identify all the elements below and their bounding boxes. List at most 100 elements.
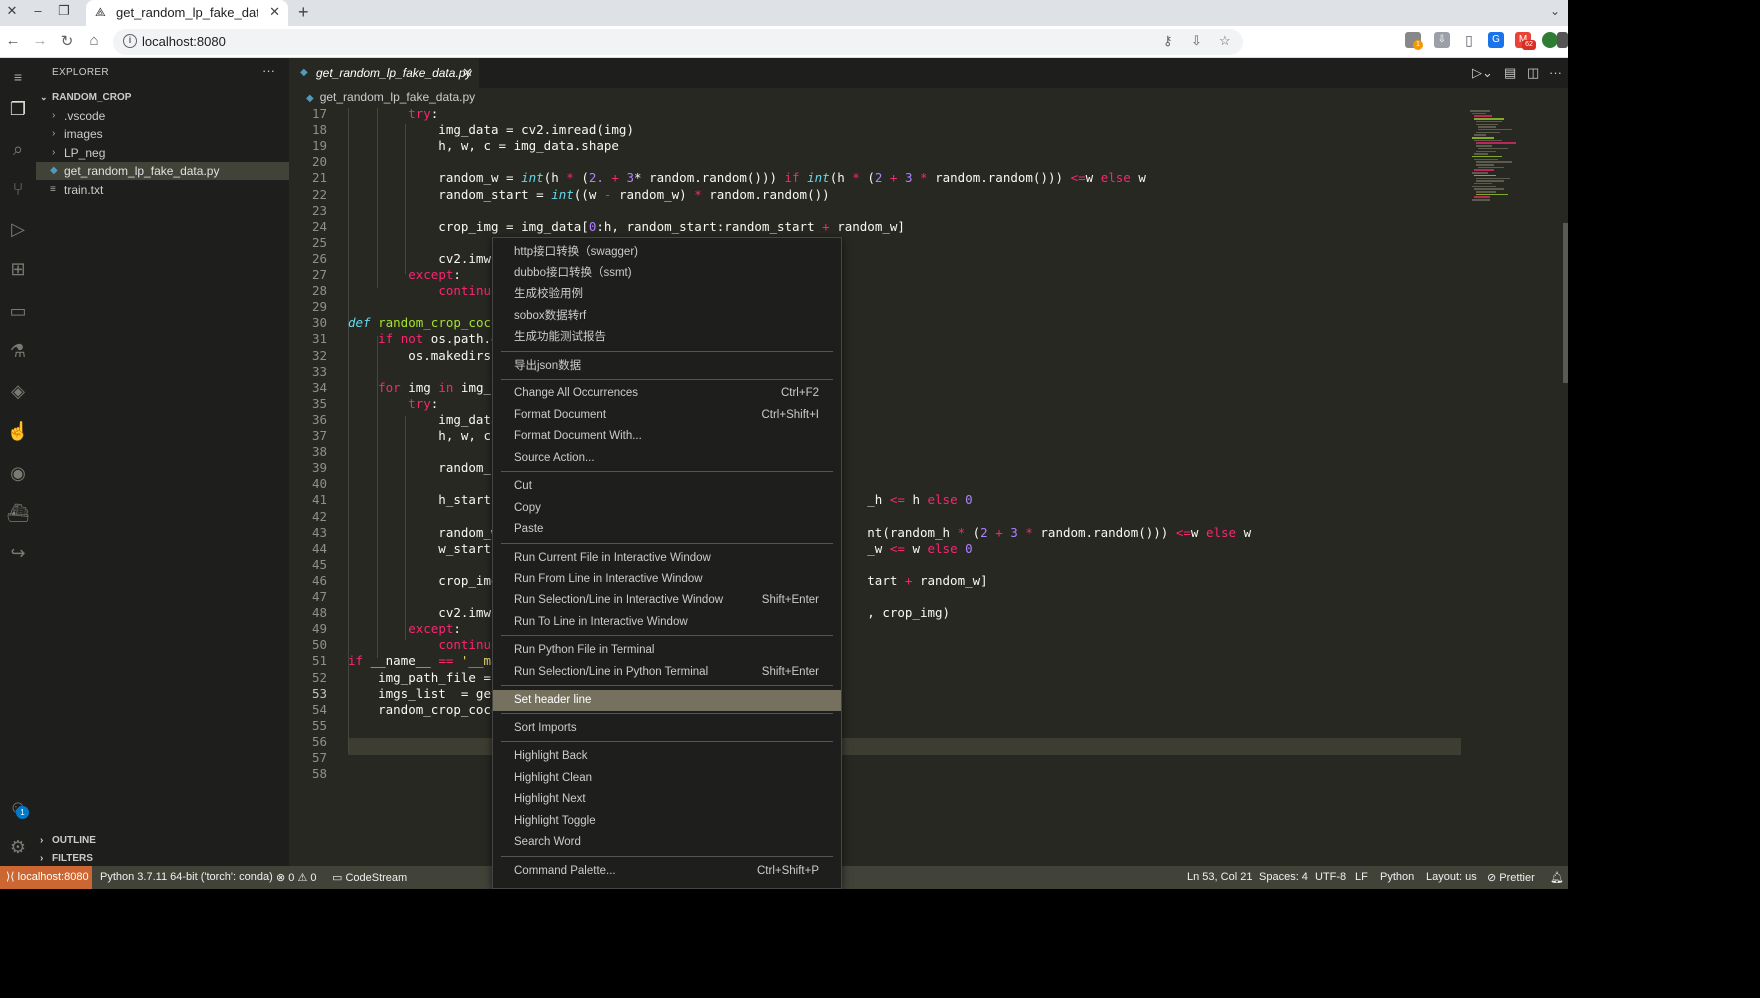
code-line[interactable]: h, w, c = img_data.shape <box>348 138 619 154</box>
pointer-icon[interactable]: ☝ <box>5 418 31 444</box>
code-line[interactable]: random_crop_coco <box>348 702 498 718</box>
bookmark-icon[interactable]: ▯ <box>1461 32 1477 48</box>
python-interpreter[interactable]: Python 3.7.11 64-bit ('torch': conda) <box>100 871 273 883</box>
new-tab-icon[interactable]: + <box>298 2 309 23</box>
run-file-icon[interactable]: ▷⌄ <box>1472 65 1493 81</box>
menu-item[interactable]: Run To Line in Interactive Window <box>493 612 841 633</box>
menu-item[interactable]: Run Current File in Interactive Window <box>493 548 841 569</box>
download-extension-icon[interactable]: ⇩ <box>1434 32 1450 48</box>
menu-item[interactable]: Highlight Next <box>493 789 841 810</box>
menu-item[interactable]: Run Python File in Terminal <box>493 640 841 661</box>
code-line[interactable]: try: <box>348 106 438 122</box>
evernote-icon[interactable] <box>1542 32 1558 48</box>
open-changes-icon[interactable]: ▤ <box>1504 65 1516 81</box>
briefcase-icon[interactable] <box>1557 32 1568 48</box>
restore-window-icon[interactable]: ❐ <box>52 3 76 19</box>
code-line[interactable]: img_data = cv2.imread(img) <box>348 122 634 138</box>
close-window-icon[interactable]: ✕ <box>0 3 24 19</box>
bookmark-star-icon[interactable]: ☆ <box>1219 33 1231 49</box>
github-icon[interactable]: ◉ <box>5 460 31 486</box>
git-graph-icon[interactable]: ◈ <box>5 378 31 404</box>
code-line[interactable]: img_path_file = <box>348 670 491 686</box>
notifications-icon[interactable]: 🔔︎ <box>1550 871 1564 884</box>
menu-item[interactable]: Run Selection/Line in Python Terminal Shi… <box>493 662 841 683</box>
menu-item[interactable]: Run From Line in Interactive Window <box>493 569 841 590</box>
menu-item[interactable]: Command Palette... Ctrl+Shift+P <box>493 861 841 882</box>
encoding[interactable]: UTF-8 <box>1315 871 1346 883</box>
url-text[interactable]: localhost:8080 <box>142 34 226 49</box>
indentation[interactable]: Spaces: 4 <box>1259 871 1308 883</box>
code-line[interactable]: random_h <box>348 460 498 476</box>
menu-item[interactable]: Format Document With... <box>493 426 841 447</box>
code-line[interactable]: os.makedirs( <box>348 348 498 364</box>
tree-item-lp-neg[interactable]: › LP_neg <box>36 144 289 162</box>
tab-search-icon[interactable]: ⌄ <box>1550 4 1560 18</box>
split-editor-icon[interactable]: ◫ <box>1527 65 1539 81</box>
run-debug-icon[interactable]: ▷ <box>5 216 31 242</box>
menu-item[interactable]: Cut <box>493 476 841 497</box>
menu-item[interactable]: Change All Occurrences Ctrl+F2 <box>493 383 841 404</box>
end-of-line[interactable]: LF <box>1355 871 1368 883</box>
code-line[interactable]: random_start = int((w - random_w) * rand… <box>348 187 829 203</box>
tree-item-train-txt[interactable]: ≡ train.txt <box>36 181 289 199</box>
close-tab-icon[interactable]: ✕ <box>269 4 280 20</box>
tree-item-python-file[interactable]: ◆ get_random_lp_fake_data.py <box>36 162 289 180</box>
menu-item[interactable]: Format Document Ctrl+Shift+I <box>493 405 841 426</box>
codestream-item[interactable]: ▭ CodeStream <box>332 871 407 884</box>
minimap[interactable] <box>1468 108 1568 848</box>
docker-icon[interactable]: ⛴ <box>5 500 31 526</box>
menu-item[interactable]: Run Selection/Line in Interactive Window… <box>493 590 841 611</box>
tree-item-vscode[interactable]: › .vscode <box>36 107 289 125</box>
prettier-item[interactable]: ⊘ Prettier <box>1487 871 1535 884</box>
menu-item[interactable]: 导出json数据 <box>493 356 841 377</box>
code-line[interactable]: continue <box>348 637 498 653</box>
menu-item[interactable]: Copy <box>493 498 841 519</box>
editor-tab[interactable]: ◆ get_random_lp_fake_data.py ✕ <box>289 58 479 88</box>
menu-item[interactable]: dubbo接口转换（ssmt) <box>493 263 841 284</box>
menu-item[interactable]: Paste <box>493 519 841 540</box>
code-editor[interactable]: 17 try: 18 img_data = cv2.imread(img) 19 h… <box>289 106 1468 848</box>
settings-gear-icon[interactable]: ⚙ <box>5 834 31 860</box>
close-editor-icon[interactable]: ✕ <box>462 65 473 81</box>
explorer-icon[interactable]: ❐ <box>5 96 31 122</box>
problems-indicator[interactable]: ⊗ 0 ⚠ 0 <box>276 871 317 884</box>
language-mode[interactable]: Python <box>1380 871 1414 883</box>
menu-icon[interactable]: ≡ <box>5 64 31 90</box>
remote-indicator[interactable]: ⟩⟨ localhost:8080 <box>0 866 92 889</box>
reload-icon[interactable]: ↻ <box>58 32 76 50</box>
menu-item[interactable]: Source Action... <box>493 448 841 469</box>
code-line[interactable]: except: <box>348 621 461 637</box>
home-icon[interactable]: ⌂ <box>85 32 103 49</box>
menu-item[interactable]: Highlight Clean <box>493 768 841 789</box>
testing-icon[interactable]: ⚗ <box>5 338 31 364</box>
code-line[interactable]: continue <box>348 283 498 299</box>
source-control-icon[interactable]: ⑂ <box>5 176 31 202</box>
code-line[interactable]: except: <box>348 267 461 283</box>
menu-item[interactable]: http接口转换（swagger) <box>493 242 841 263</box>
translate-icon[interactable]: G <box>1488 32 1504 48</box>
menu-item[interactable]: Set header line <box>493 690 841 711</box>
code-line[interactable]: def random_crop_coco( <box>348 315 506 331</box>
code-line[interactable]: img_data <box>348 412 498 428</box>
code-line[interactable]: crop_img = img_data[0:h, random_start:ra… <box>348 219 905 235</box>
back-icon[interactable]: ← <box>4 32 22 49</box>
menu-item[interactable]: 生成功能测试报告 <box>493 327 841 348</box>
menu-item[interactable]: Sort Imports <box>493 718 841 739</box>
minimize-window-icon[interactable]: – <box>26 3 50 18</box>
search-icon[interactable]: ⌕ <box>5 136 31 162</box>
menu-item[interactable]: Highlight Toggle <box>493 811 841 832</box>
address-bar[interactable]: i localhost:8080 ⚷ ⇩ ☆ <box>113 29 1243 55</box>
editor-more-icon[interactable]: ··· <box>1549 65 1562 80</box>
menu-item[interactable]: Search Word <box>493 832 841 853</box>
forward-icon[interactable]: → <box>31 32 49 49</box>
code-line[interactable]: random_w = int(h * (2. + 3* random.rando… <box>348 170 1146 186</box>
menu-item[interactable]: 生成校验用例 <box>493 284 841 305</box>
tree-item-images[interactable]: › images <box>36 125 289 143</box>
extensions-icon[interactable]: ⊞ <box>5 256 31 282</box>
code-line[interactable]: try: <box>348 396 438 412</box>
menu-item[interactable]: Highlight Back <box>493 746 841 767</box>
site-info-icon[interactable]: i <box>123 34 137 48</box>
remote-explorer-icon[interactable]: ▭ <box>5 298 31 324</box>
code-line[interactable]: h, w, c <box>348 428 491 444</box>
code-line[interactable]: if __name__ == '__ma <box>348 653 499 669</box>
